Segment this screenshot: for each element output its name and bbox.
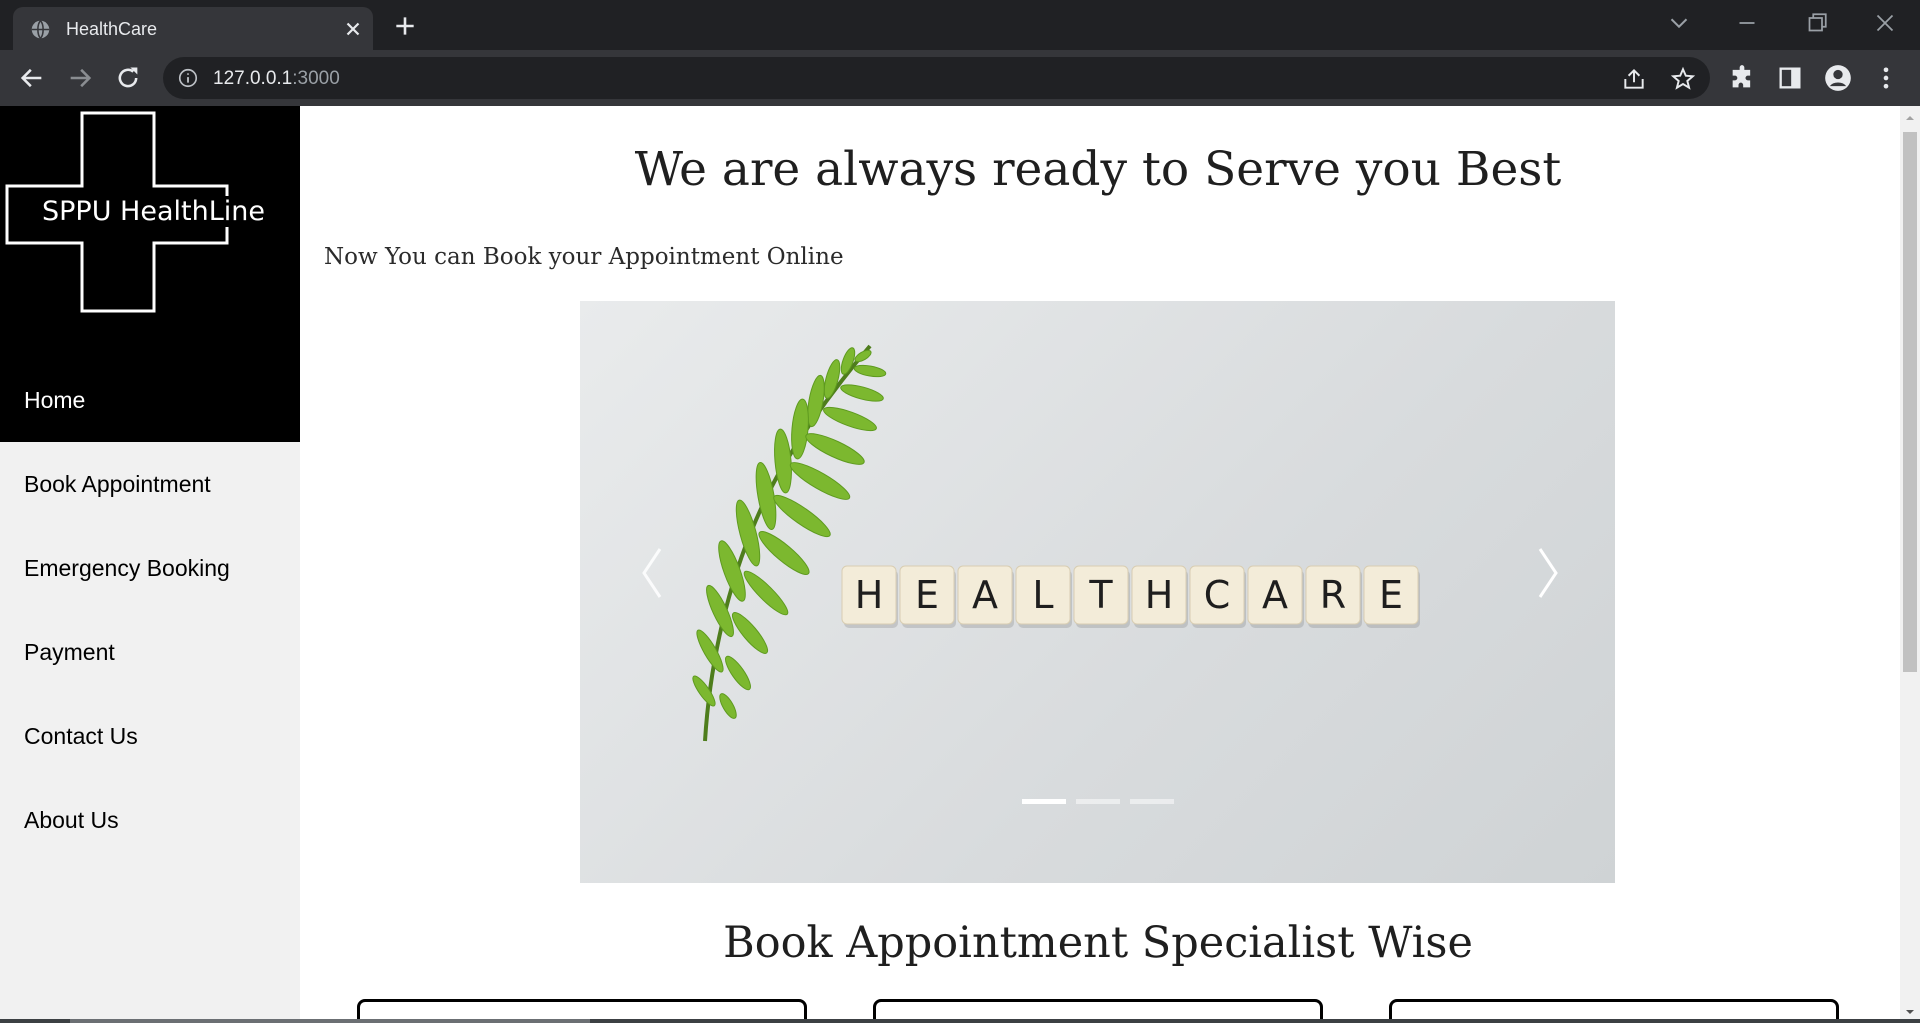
browser-tab[interactable]: HealthCare [13, 7, 373, 50]
sidebar-item-about-us[interactable]: About Us [0, 778, 300, 862]
letter-tile-text: H [1145, 573, 1174, 617]
sidebar: SPPU HealthLine Home Book Appointment Em… [0, 106, 300, 1023]
restore-icon[interactable] [1802, 8, 1832, 38]
letter-tile-text: H [855, 573, 884, 617]
page-scrollbar[interactable] [1900, 106, 1920, 1023]
bookmark-star-icon[interactable] [1670, 66, 1696, 92]
letter-tile-text: E [915, 573, 939, 617]
carousel-prev-button[interactable] [630, 551, 670, 611]
image-carousel[interactable]: HEALTHCARE [580, 301, 1615, 883]
carousel-indicators [580, 791, 1615, 809]
address-bar[interactable]: 127.0.0.1:3000 [163, 57, 1710, 99]
letter-tile-text: C [1204, 573, 1231, 617]
share-icon[interactable] [1621, 66, 1647, 92]
minimize-icon[interactable] [1732, 8, 1762, 38]
sidebar-item-book-appointment[interactable]: Book Appointment [0, 442, 300, 526]
tab-search-icon[interactable] [1664, 8, 1694, 38]
globe-icon [31, 20, 50, 39]
carousel-indicator[interactable] [1021, 799, 1066, 804]
reload-icon[interactable] [114, 64, 142, 92]
scroll-up-icon[interactable] [1904, 112, 1916, 124]
window-bottom-edge-segment [70, 1019, 590, 1023]
letter-tile-text: R [1320, 573, 1346, 617]
letter-tile-text: L [1032, 573, 1053, 617]
url-host: 127.0.0.1 [213, 68, 293, 89]
scroll-down-icon[interactable] [1904, 1006, 1916, 1018]
close-tab-icon[interactable] [342, 18, 364, 40]
tab-title: HealthCare [66, 19, 158, 39]
letter-tile-text: A [1262, 573, 1288, 617]
extensions-icon[interactable] [1728, 64, 1756, 92]
letter-tile-text: A [972, 573, 998, 617]
sub-title: Now You can Book your Appointment Online [324, 244, 844, 270]
logo-text: SPPU HealthLine [41, 196, 266, 227]
browser-toolbar: 127.0.0.1:3000 [0, 50, 1920, 106]
forward-icon[interactable] [66, 64, 94, 92]
main-content: We are always ready to Serve you Best No… [300, 106, 1900, 1023]
sidebar-item-contact-us[interactable]: Contact Us [0, 694, 300, 778]
new-tab-icon[interactable] [392, 13, 418, 39]
carousel-indicator[interactable] [1075, 799, 1120, 804]
side-panel-icon[interactable] [1776, 64, 1804, 92]
medical-cross-logo-icon [5, 111, 229, 313]
carousel-next-button[interactable] [1525, 551, 1565, 611]
letter-tile-text: T [1088, 573, 1113, 617]
sidebar-item-payment[interactable]: Payment [0, 610, 300, 694]
page-viewport: SPPU HealthLine Home Book Appointment Em… [0, 106, 1920, 1023]
url-port: :3000 [292, 68, 340, 89]
carousel-indicator[interactable] [1129, 799, 1174, 804]
letter-tile-text: E [1379, 573, 1403, 617]
sidebar-item-home[interactable]: Home [0, 358, 300, 442]
specialist-section-title: Book Appointment Specialist Wise [723, 918, 1473, 968]
more-menu-icon[interactable] [1872, 64, 1900, 92]
site-info-icon[interactable] [177, 67, 199, 89]
browser-tabstrip: HealthCare [0, 0, 1920, 50]
sidebar-item-emergency-booking[interactable]: Emergency Booking [0, 526, 300, 610]
back-icon[interactable] [18, 64, 46, 92]
hero-title: We are always ready to Serve you Best [634, 142, 1562, 197]
close-window-icon[interactable] [1870, 8, 1900, 38]
logo[interactable]: SPPU HealthLine [0, 106, 300, 400]
scroll-thumb[interactable] [1903, 132, 1917, 672]
profile-avatar-icon[interactable] [1824, 64, 1852, 92]
url-text: 127.0.0.1:3000 [213, 68, 340, 90]
